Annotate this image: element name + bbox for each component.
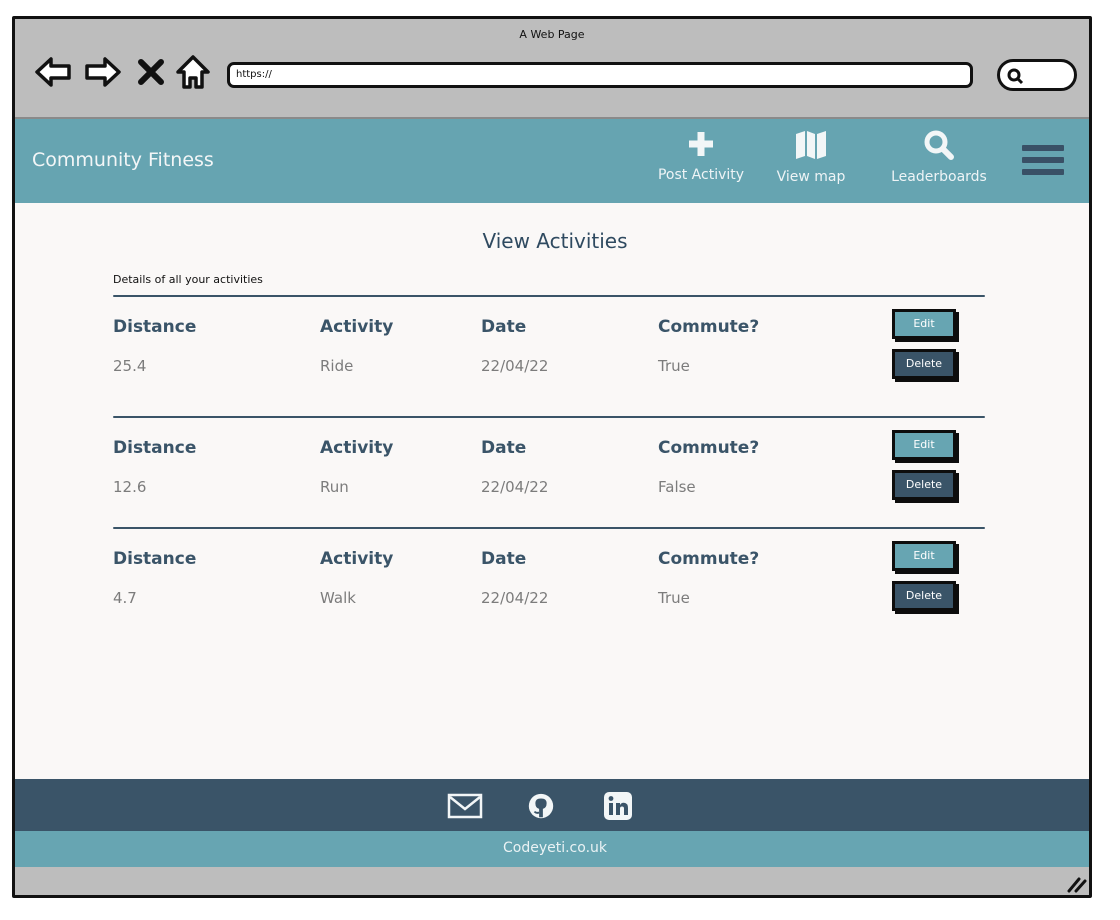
linkedin-icon[interactable] — [603, 791, 633, 821]
brand-title[interactable]: Community Fitness — [32, 149, 214, 171]
date-value: 22/04/22 — [481, 478, 549, 496]
divider — [113, 416, 985, 418]
close-x-icon[interactable] — [135, 52, 167, 92]
distance-value: 12.6 — [113, 478, 147, 496]
page-subtitle: Details of all your activities — [113, 273, 263, 286]
column-header-activity: Activity — [320, 549, 394, 569]
activity-card: Distance Activity Date Commute? 25.4 Rid… — [113, 295, 985, 407]
commute-value: False — [658, 478, 696, 496]
email-icon[interactable] — [447, 791, 483, 821]
activity-card: Distance Activity Date Commute? 4.7 Walk… — [113, 527, 985, 639]
activity-value: Run — [320, 478, 349, 496]
distance-value: 4.7 — [113, 589, 137, 607]
column-header-activity: Activity — [320, 317, 394, 337]
date-value: 22/04/22 — [481, 357, 549, 375]
column-header-distance: Distance — [113, 549, 197, 569]
nav-view-map[interactable]: View map — [771, 129, 851, 197]
footer-icons-bar — [15, 779, 1089, 831]
commute-value: True — [658, 357, 690, 375]
url-input[interactable]: https:// — [227, 62, 973, 88]
distance-value: 25.4 — [113, 357, 147, 375]
column-header-commute: Commute? — [658, 438, 760, 458]
column-header-distance: Distance — [113, 317, 197, 337]
activity-value: Walk — [320, 589, 356, 607]
divider — [113, 527, 985, 529]
browser-window: A Web Page https:// Community Fitness Po… — [12, 16, 1092, 898]
date-value: 22/04/22 — [481, 589, 549, 607]
nav-post-activity[interactable]: Post Activity — [651, 129, 751, 197]
hamburger-icon[interactable] — [1022, 145, 1064, 183]
footer-site-link[interactable]: Codeyeti.co.uk — [15, 831, 1089, 867]
nav-label: Leaderboards — [891, 169, 987, 185]
nav-label: Post Activity — [657, 167, 745, 183]
edit-button[interactable]: Edit — [892, 430, 956, 460]
nav-leaderboards[interactable]: Leaderboards — [881, 129, 997, 197]
plus-icon — [689, 132, 713, 156]
edit-button[interactable]: Edit — [892, 541, 956, 571]
page-title: View Activities — [482, 229, 628, 253]
search-icon — [924, 130, 954, 160]
back-arrow-icon[interactable] — [33, 52, 73, 92]
activity-card: Distance Activity Date Commute? 12.6 Run… — [113, 416, 985, 528]
main-content: View Activities Details of all your acti… — [15, 203, 1089, 779]
app-header: Community Fitness Post Activity View map… — [15, 119, 1089, 203]
edit-button[interactable]: Edit — [892, 309, 956, 339]
column-header-activity: Activity — [320, 438, 394, 458]
nav-label: View map — [776, 169, 846, 185]
window-title: A Web Page — [519, 28, 585, 41]
resize-grip-icon[interactable] — [1065, 873, 1087, 893]
magnifier-icon — [1007, 68, 1024, 85]
commute-value: True — [658, 589, 690, 607]
divider — [113, 295, 985, 297]
forward-arrow-icon[interactable] — [83, 52, 123, 92]
column-header-distance: Distance — [113, 438, 197, 458]
home-icon[interactable] — [173, 52, 213, 92]
activity-value: Ride — [320, 357, 354, 375]
map-icon — [796, 131, 826, 159]
status-bar — [15, 867, 1089, 895]
column-header-commute: Commute? — [658, 317, 760, 337]
column-header-date: Date — [481, 549, 527, 569]
column-header-date: Date — [481, 438, 527, 458]
delete-button[interactable]: Delete — [892, 349, 956, 379]
delete-button[interactable]: Delete — [892, 581, 956, 611]
column-header-date: Date — [481, 317, 527, 337]
browser-search-button[interactable] — [997, 59, 1077, 91]
column-header-commute: Commute? — [658, 549, 760, 569]
delete-button[interactable]: Delete — [892, 470, 956, 500]
github-icon[interactable] — [525, 791, 557, 821]
